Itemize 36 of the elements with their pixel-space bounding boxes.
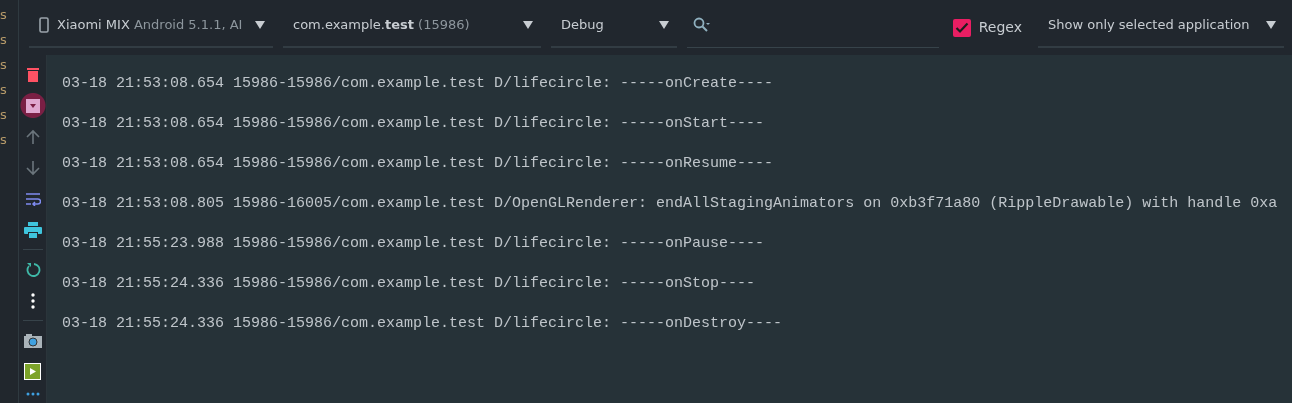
wrap-icon [24, 191, 41, 206]
log-line: 03-18 21:55:24.336 15986-15986/com.example.test D/lifecircle: -----onStop---- [62, 274, 757, 294]
edge-text: s [0, 6, 8, 24]
regex-label: Regex [978, 18, 1022, 37]
log-line: 03-18 21:53:08.654 15986-15986/com.example.test D/lifecircle: -----onResume---- [62, 154, 775, 174]
edge-text: s [0, 56, 8, 74]
regex-checkbox[interactable] [952, 18, 971, 37]
printer-icon [23, 221, 42, 238]
caret-icon [523, 20, 533, 29]
search-icon [693, 17, 711, 33]
play-icon [24, 363, 41, 380]
more-icon [25, 392, 40, 396]
log-line: 03-18 21:53:08.805 15986-16005/com.example.test D/OpenGLRenderer: endAllStagingAnimators on 0xb3f71a80 (RippleDrawable) with handle 0xa [62, 194, 1279, 214]
camera-icon [23, 332, 42, 349]
filter-dropdown[interactable]: Show only selected application [1038, 7, 1284, 48]
log-line: 03-18 21:53:08.654 15986-15986/com.example.test D/lifecircle: -----onStart---- [62, 114, 766, 134]
trash-icon [25, 66, 40, 83]
edge-text: s [0, 106, 8, 124]
edge-text: s [0, 31, 8, 49]
log-level-dropdown[interactable]: Debug [551, 7, 677, 48]
log-line: 03-18 21:55:24.336 15986-15986/com.example.test D/lifecircle: -----onDestroy---- [62, 314, 784, 334]
more-icon [30, 292, 35, 309]
edge-text: s [0, 131, 8, 149]
device-dropdown[interactable]: Xiaomi MIX Android 5.1.1, AI [29, 7, 273, 48]
caret-icon [255, 20, 265, 29]
caret-icon [1266, 20, 1276, 29]
phone-icon [39, 16, 49, 33]
scroll-to-end-icon [25, 98, 40, 113]
restart-icon [24, 261, 41, 278]
process-dropdown[interactable]: com.example.test (15986) [283, 7, 541, 48]
down-arrow-icon [25, 159, 40, 176]
caret-icon [659, 20, 669, 29]
log-line: 03-18 21:53:08.654 15986-15986/com.example.test D/lifecircle: -----onCreate---- [62, 74, 775, 94]
log-line: 03-18 21:55:23.988 15986-15986/com.example.test D/lifecircle: -----onPause---- [62, 234, 766, 254]
edge-text: s [0, 81, 8, 99]
up-arrow-icon [25, 128, 40, 145]
